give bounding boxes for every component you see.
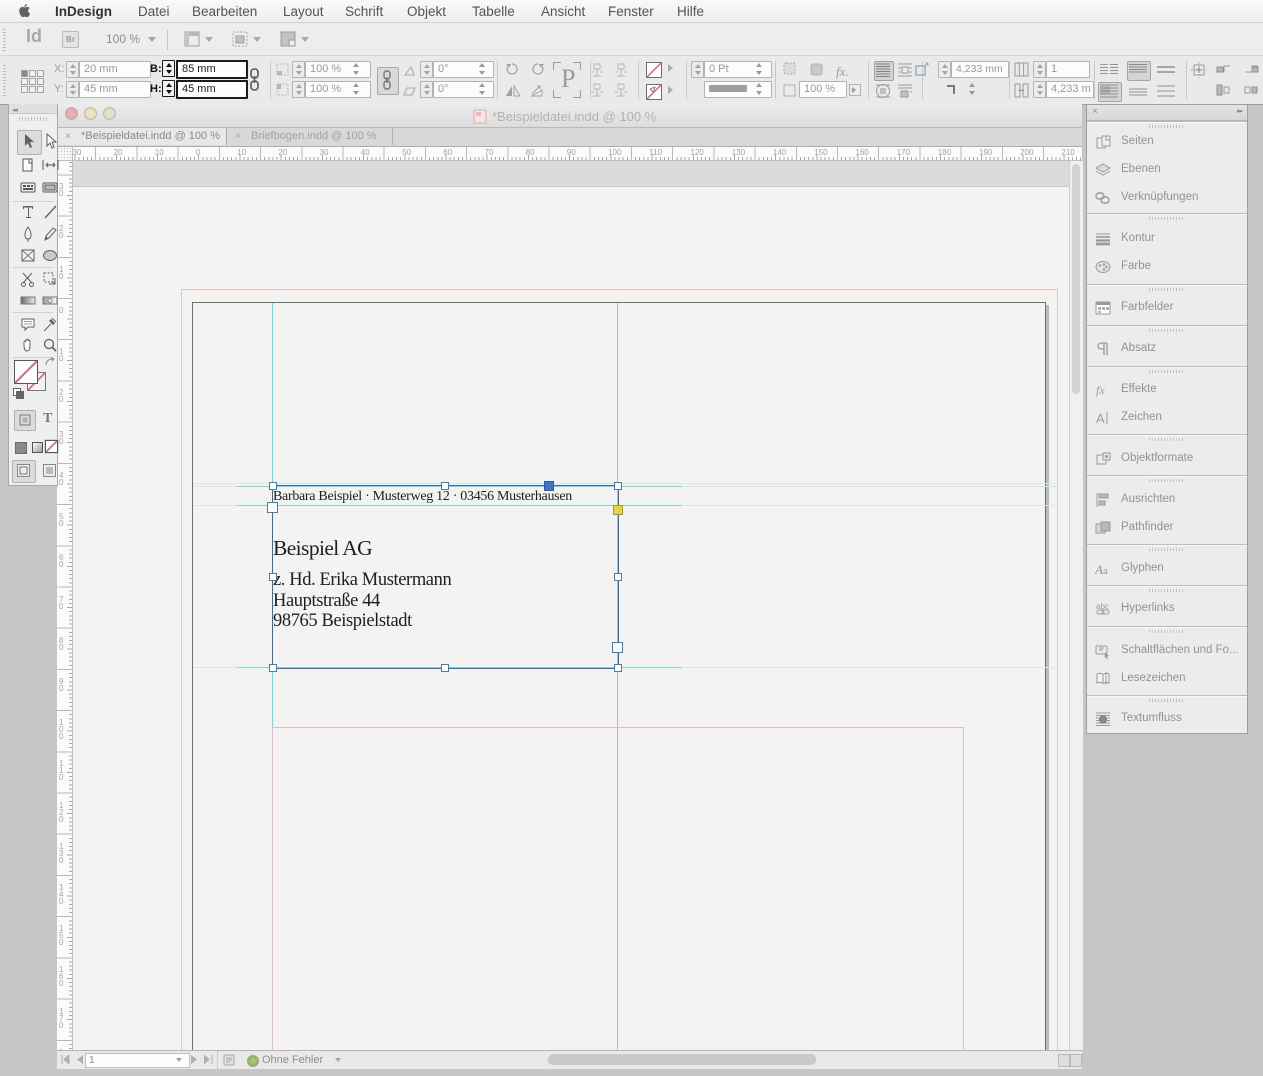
svg-text:a: a <box>1103 565 1108 577</box>
svg-text:fx: fx <box>1096 383 1105 397</box>
svg-text:A: A <box>1095 562 1103 577</box>
svg-text:A: A <box>1096 411 1105 426</box>
